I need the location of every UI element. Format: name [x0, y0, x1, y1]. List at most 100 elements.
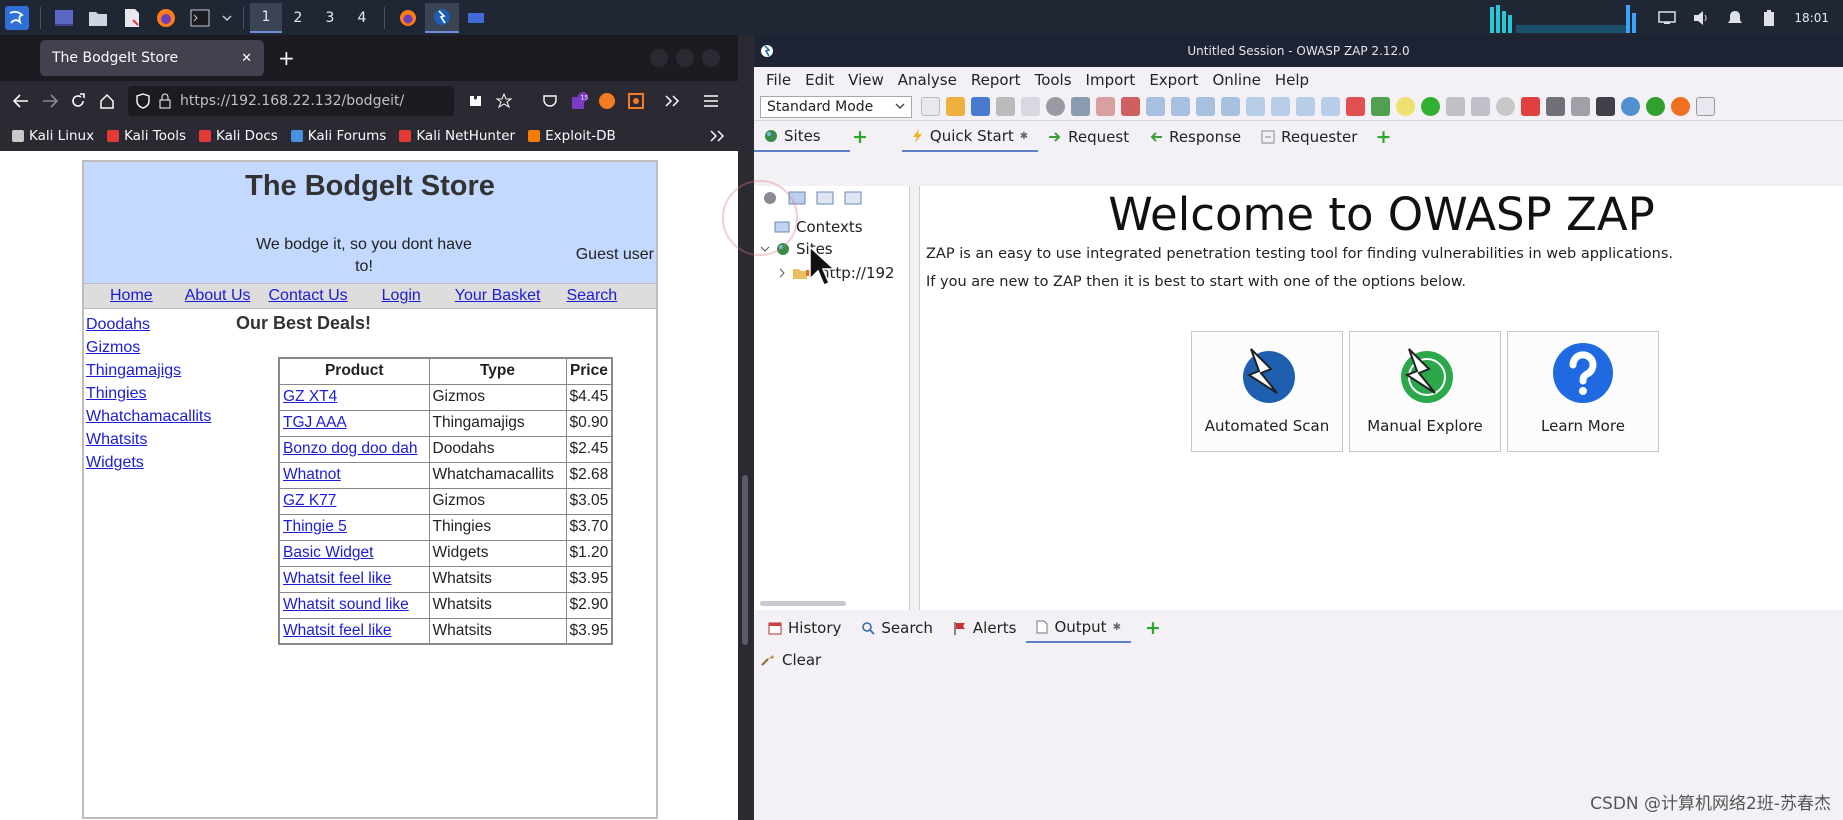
delete-icon[interactable] — [1121, 97, 1140, 116]
nav-basket-link[interactable]: Your Basket — [455, 287, 541, 305]
tab-request[interactable]: Request — [1038, 122, 1139, 152]
add-main-tab-button[interactable]: + — [1375, 126, 1391, 148]
clear-button[interactable]: Clear — [782, 651, 821, 669]
tab-requester[interactable]: Requester — [1251, 122, 1367, 152]
screenshot-ext-icon[interactable] — [625, 86, 648, 116]
category-link[interactable]: Thingamajigs — [86, 359, 211, 382]
kali-menu-icon[interactable] — [3, 4, 31, 32]
new-tab-button[interactable]: + — [278, 46, 295, 70]
home-icon[interactable] — [96, 86, 119, 116]
bookmark-kali-linux[interactable]: Kali Linux — [12, 128, 94, 144]
tab-response[interactable]: Response — [1139, 122, 1251, 152]
console-icon[interactable] — [1596, 97, 1615, 116]
bookmarks-overflow-icon[interactable] — [710, 130, 724, 142]
nav-login-link[interactable]: Login — [382, 287, 421, 305]
minimize-button[interactable] — [650, 49, 668, 67]
firefox-task-icon[interactable] — [391, 3, 425, 33]
stop-red-x-icon[interactable] — [1521, 97, 1540, 116]
snapshot-icon[interactable] — [996, 97, 1015, 116]
zap-task-icon[interactable] — [425, 2, 459, 33]
workspace-1[interactable]: 1 — [250, 2, 282, 33]
tab-sites[interactable]: Sites — [754, 122, 850, 152]
layout-1-icon[interactable] — [1146, 97, 1165, 116]
bookmark-kali-tools[interactable]: Kali Tools — [107, 128, 186, 144]
scripts-icon[interactable] — [1571, 97, 1590, 116]
layout-4-icon[interactable] — [1221, 97, 1240, 116]
product-link[interactable]: TGJ AAA — [283, 414, 347, 431]
pin-icon[interactable]: ✱ — [1113, 622, 1121, 633]
export-context-icon[interactable] — [844, 190, 862, 206]
keyboard-icon[interactable] — [1546, 97, 1565, 116]
category-link[interactable]: Doodahs — [86, 313, 211, 336]
new-session-icon[interactable] — [921, 97, 940, 116]
maximize-button[interactable] — [676, 49, 694, 67]
menu-online[interactable]: Online — [1212, 71, 1260, 89]
layout-5-icon[interactable] — [1246, 97, 1265, 116]
menu-analyse[interactable]: Analyse — [898, 71, 957, 89]
chevron-down-icon[interactable] — [220, 4, 234, 32]
options-gear-icon[interactable] — [1046, 97, 1065, 116]
overflow-chevrons-icon[interactable] — [661, 86, 684, 116]
bookmark-kali-forums[interactable]: Kali Forums — [290, 128, 386, 144]
firefox-launch-icon[interactable] — [1671, 97, 1690, 116]
import-context-icon[interactable] — [816, 190, 834, 206]
product-link[interactable]: GZ K77 — [283, 492, 336, 509]
continue-icon[interactable] — [1471, 97, 1490, 116]
automated-scan-button[interactable]: Automated Scan — [1191, 331, 1343, 452]
workspace-3[interactable]: 3 — [314, 3, 346, 33]
product-link[interactable]: GZ XT4 — [283, 388, 337, 405]
product-link[interactable]: Basic Widget — [283, 544, 373, 561]
category-link[interactable]: Gizmos — [86, 336, 211, 359]
product-link[interactable]: Whatsit feel like — [283, 622, 392, 639]
text-editor-icon[interactable] — [118, 4, 146, 32]
tab-history[interactable]: History — [758, 613, 851, 643]
extension-puzzle-icon[interactable] — [464, 86, 487, 116]
category-link[interactable]: Whatchamacallits — [86, 405, 211, 428]
firefox-icon[interactable] — [152, 4, 180, 32]
layout-7-icon[interactable] — [1296, 97, 1315, 116]
bookmark-star-icon[interactable] — [493, 86, 516, 116]
category-link[interactable]: Whatsits — [86, 428, 211, 451]
add-left-tab-button[interactable]: + — [852, 126, 868, 148]
break-green-icon[interactable] — [1421, 97, 1440, 116]
category-link[interactable]: Widgets — [86, 451, 211, 474]
file-manager-icon[interactable] — [84, 4, 112, 32]
layout-8-icon[interactable] — [1321, 97, 1340, 116]
workspace-4[interactable]: 4 — [346, 3, 378, 33]
shield-icon[interactable] — [136, 93, 150, 109]
notification-bell-icon[interactable] — [1721, 4, 1749, 32]
hamburger-menu-icon[interactable] — [700, 86, 723, 116]
tab-search[interactable]: Search — [851, 613, 943, 643]
window-task-icon[interactable] — [459, 3, 493, 33]
step-icon[interactable] — [1446, 97, 1465, 116]
reload-icon[interactable] — [67, 86, 90, 116]
manual-explore-button[interactable]: Manual Explore — [1349, 331, 1501, 452]
battery-icon[interactable] — [1755, 4, 1783, 32]
bookmark-exploit-db[interactable]: Exploit-DB — [528, 128, 616, 144]
scan-policy-icon[interactable] — [1371, 97, 1390, 116]
menu-tools[interactable]: Tools — [1035, 71, 1072, 89]
nav-search-link[interactable]: Search — [566, 287, 617, 305]
mode-select[interactable]: Standard Mode — [760, 95, 912, 118]
pocket-icon[interactable] — [539, 86, 562, 116]
product-link[interactable]: Bonzo dog doo dah — [283, 440, 417, 457]
open-session-icon[interactable] — [946, 97, 965, 116]
category-link[interactable]: Thingies — [86, 382, 211, 405]
browser-launch-icon[interactable] — [1696, 97, 1715, 116]
menu-import[interactable]: Import — [1086, 71, 1136, 89]
close-tab-icon[interactable]: ✕ — [241, 51, 252, 66]
nav-contact-link[interactable]: Contact Us — [269, 287, 348, 305]
tab-quick-start[interactable]: Quick Start ✱ — [901, 122, 1039, 152]
page-scrollbar[interactable] — [742, 475, 748, 645]
layout-2-icon[interactable] — [1171, 97, 1190, 116]
add-bottom-tab-button[interactable]: + — [1145, 617, 1161, 639]
url-bar[interactable]: https://192.168.22.132/bodgeit/ — [128, 86, 454, 116]
help-icon[interactable] — [1621, 97, 1640, 116]
tree-site-node[interactable]: http://192 — [778, 264, 895, 282]
layout-3-icon[interactable] — [1196, 97, 1215, 116]
lock-warning-icon[interactable] — [158, 93, 172, 109]
menu-view[interactable]: View — [848, 71, 884, 89]
context-icon[interactable] — [1071, 97, 1090, 116]
bookmark-kali-docs[interactable]: Kali Docs — [199, 128, 278, 144]
product-link[interactable]: Thingie 5 — [283, 518, 347, 535]
